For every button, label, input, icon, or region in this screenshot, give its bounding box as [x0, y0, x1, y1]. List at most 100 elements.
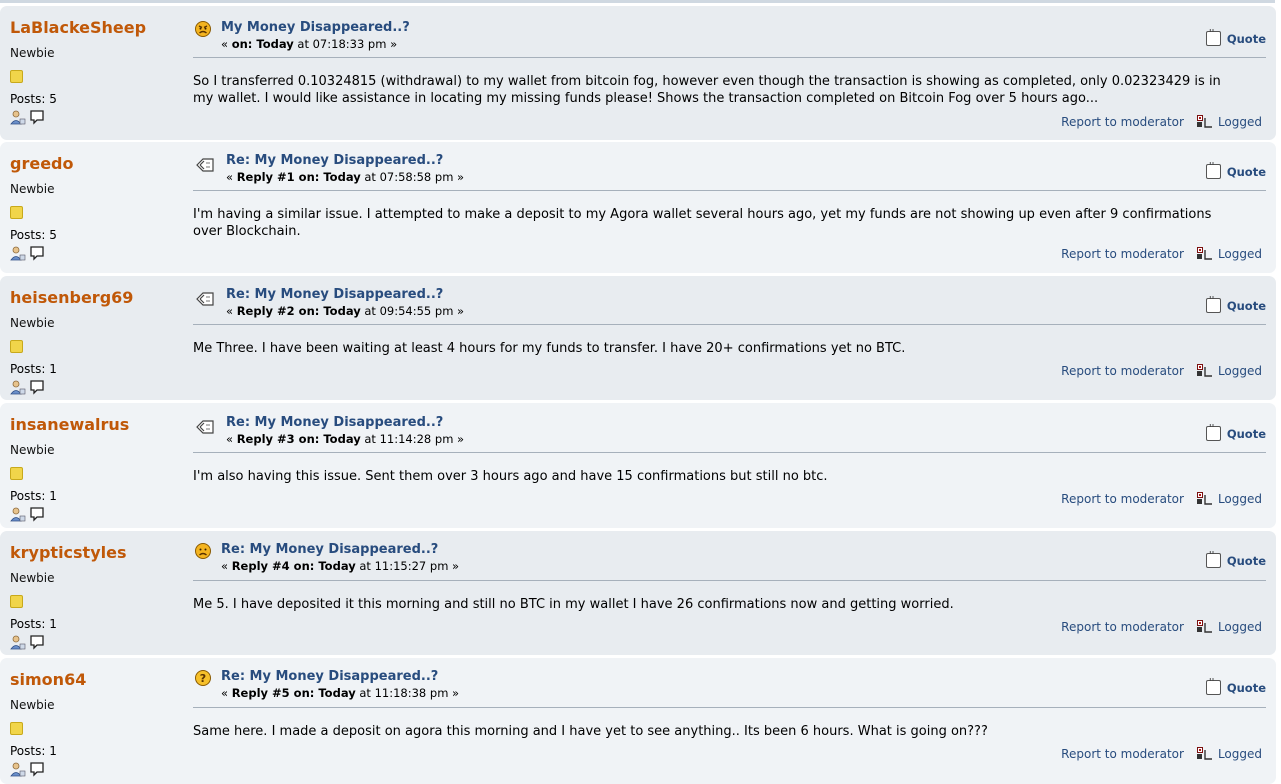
- username-link[interactable]: greedo: [10, 154, 180, 173]
- meta-prefix: «: [226, 170, 237, 184]
- post-subject-link[interactable]: Re: My Money Disappeared..?: [226, 415, 464, 430]
- report-to-moderator-link[interactable]: Report to moderator: [1061, 620, 1184, 634]
- post-separator: [193, 580, 1266, 581]
- logged-ip-icon: [1196, 620, 1212, 634]
- poster-info: krypticstyles Newbie Posts: 1: [10, 543, 180, 650]
- rank-star-icon: [10, 467, 23, 480]
- post-count: Posts: 1: [10, 362, 57, 376]
- poster-info: greedo Newbie Posts: 5: [10, 154, 180, 261]
- personal-message-icon[interactable]: [29, 109, 45, 125]
- post-time: at 11:18:38 pm »: [355, 686, 460, 700]
- post-body: I'm having a similar issue. I attempted …: [193, 207, 1212, 239]
- reply-number: Reply #1 on: Today: [236, 170, 361, 184]
- post-subject-link[interactable]: Re: My Money Disappeared..?: [221, 669, 459, 684]
- post-time: at 07:18:33 pm »: [293, 37, 398, 51]
- quote-button[interactable]: Quote: [1205, 423, 1266, 441]
- post: greedo Newbie Posts: 5 Re: My Money Disa…: [0, 142, 1276, 273]
- logged-label: Logged: [1217, 620, 1262, 634]
- logged-label: Logged: [1217, 747, 1262, 761]
- quote-label: Quote: [1226, 426, 1266, 441]
- post-subject-link[interactable]: Re: My Money Disappeared..?: [226, 153, 464, 168]
- logged-ip-icon: [1196, 115, 1212, 129]
- username-link[interactable]: simon64: [10, 670, 180, 689]
- quote-icon: [1205, 295, 1221, 313]
- reply-arrows-icon: [194, 155, 216, 178]
- meta-prefix: «: [221, 686, 232, 700]
- quote-button[interactable]: Quote: [1205, 295, 1266, 313]
- post: heisenberg69 Newbie Posts: 1 Re: My Mone…: [0, 276, 1276, 400]
- report-to-moderator-link[interactable]: Report to moderator: [1061, 115, 1184, 129]
- reply-number: Reply #5 on: Today: [231, 686, 356, 700]
- profile-icon[interactable]: [10, 245, 26, 261]
- post-separator: [193, 190, 1266, 191]
- post-time: at 09:54:55 pm »: [360, 304, 465, 318]
- logged-ip-icon: [1196, 247, 1212, 261]
- profile-icon[interactable]: [10, 761, 26, 777]
- post-body: Me 5. I have deposited it this morning a…: [193, 597, 954, 612]
- reply-number: on: Today: [231, 37, 294, 51]
- sad-face-icon: [194, 542, 212, 563]
- quote-label: Quote: [1226, 680, 1266, 695]
- profile-icon[interactable]: [10, 109, 26, 125]
- personal-message-icon[interactable]: [29, 379, 45, 395]
- svg-text:?: ?: [200, 672, 206, 685]
- logged-label: Logged: [1217, 247, 1262, 261]
- personal-message-icon[interactable]: [29, 761, 45, 777]
- post-time: at 11:15:27 pm »: [355, 559, 460, 573]
- personal-message-icon[interactable]: [29, 634, 45, 650]
- report-to-moderator-link[interactable]: Report to moderator: [1061, 247, 1184, 261]
- quote-icon: [1205, 677, 1221, 695]
- username-link[interactable]: krypticstyles: [10, 543, 180, 562]
- quote-button[interactable]: Quote: [1205, 550, 1266, 568]
- post-body: Same here. I made a deposit on agora thi…: [193, 724, 988, 739]
- meta-prefix: «: [226, 304, 237, 318]
- poster-info: LaBlackeSheep Newbie Posts: 5: [10, 18, 180, 125]
- member-rank: Newbie: [10, 571, 55, 585]
- member-rank: Newbie: [10, 316, 55, 330]
- report-to-moderator-link[interactable]: Report to moderator: [1061, 364, 1184, 378]
- post-meta: « on: Today at 07:18:33 pm »: [221, 37, 410, 51]
- profile-icon[interactable]: [10, 506, 26, 522]
- quote-button[interactable]: Quote: [1205, 28, 1266, 46]
- member-rank: Newbie: [10, 698, 55, 712]
- rank-star-icon: [10, 206, 23, 219]
- post: krypticstyles Newbie Posts: 1 Re: My Mon…: [0, 531, 1276, 655]
- logged-label: Logged: [1217, 115, 1262, 129]
- reply-arrows-icon: [194, 289, 216, 312]
- post-count: Posts: 1: [10, 744, 57, 758]
- username-link[interactable]: heisenberg69: [10, 288, 180, 307]
- poster-info: simon64 Newbie Posts: 1: [10, 670, 180, 777]
- report-to-moderator-link[interactable]: Report to moderator: [1061, 747, 1184, 761]
- post-subject-link[interactable]: My Money Disappeared..?: [221, 20, 410, 35]
- poster-info: heisenberg69 Newbie Posts: 1: [10, 288, 180, 395]
- post-count: Posts: 1: [10, 489, 57, 503]
- poster-info: insanewalrus Newbie Posts: 1: [10, 415, 180, 522]
- profile-icon[interactable]: [10, 634, 26, 650]
- personal-message-icon[interactable]: [29, 506, 45, 522]
- post-footer: Report to moderator Logged: [1061, 247, 1262, 261]
- post-body: Me Three. I have been waiting at least 4…: [193, 341, 906, 356]
- reply-number: Reply #4 on: Today: [231, 559, 356, 573]
- question-icon: ?: [194, 669, 212, 690]
- angry-face-icon: [194, 20, 212, 41]
- quote-label: Quote: [1226, 553, 1266, 568]
- username-link[interactable]: insanewalrus: [10, 415, 180, 434]
- member-rank: Newbie: [10, 46, 55, 60]
- quote-button[interactable]: Quote: [1205, 677, 1266, 695]
- username-link[interactable]: LaBlackeSheep: [10, 18, 180, 37]
- post-header: My Money Disappeared..? « on: Today at 0…: [221, 20, 410, 51]
- post-subject-link[interactable]: Re: My Money Disappeared..?: [226, 287, 464, 302]
- post-subject-link[interactable]: Re: My Money Disappeared..?: [221, 542, 459, 557]
- member-rank: Newbie: [10, 443, 55, 457]
- quote-button[interactable]: Quote: [1205, 161, 1266, 179]
- quote-icon: [1205, 28, 1221, 46]
- post-header: Re: My Money Disappeared..? « Reply #4 o…: [221, 542, 459, 573]
- post-separator: [193, 57, 1266, 58]
- logged-label: Logged: [1217, 364, 1262, 378]
- personal-message-icon[interactable]: [29, 245, 45, 261]
- profile-icon[interactable]: [10, 379, 26, 395]
- post-count: Posts: 1: [10, 617, 57, 631]
- post-separator: [193, 324, 1266, 325]
- report-to-moderator-link[interactable]: Report to moderator: [1061, 492, 1184, 506]
- post-meta: « Reply #3 on: Today at 11:14:28 pm »: [226, 432, 464, 446]
